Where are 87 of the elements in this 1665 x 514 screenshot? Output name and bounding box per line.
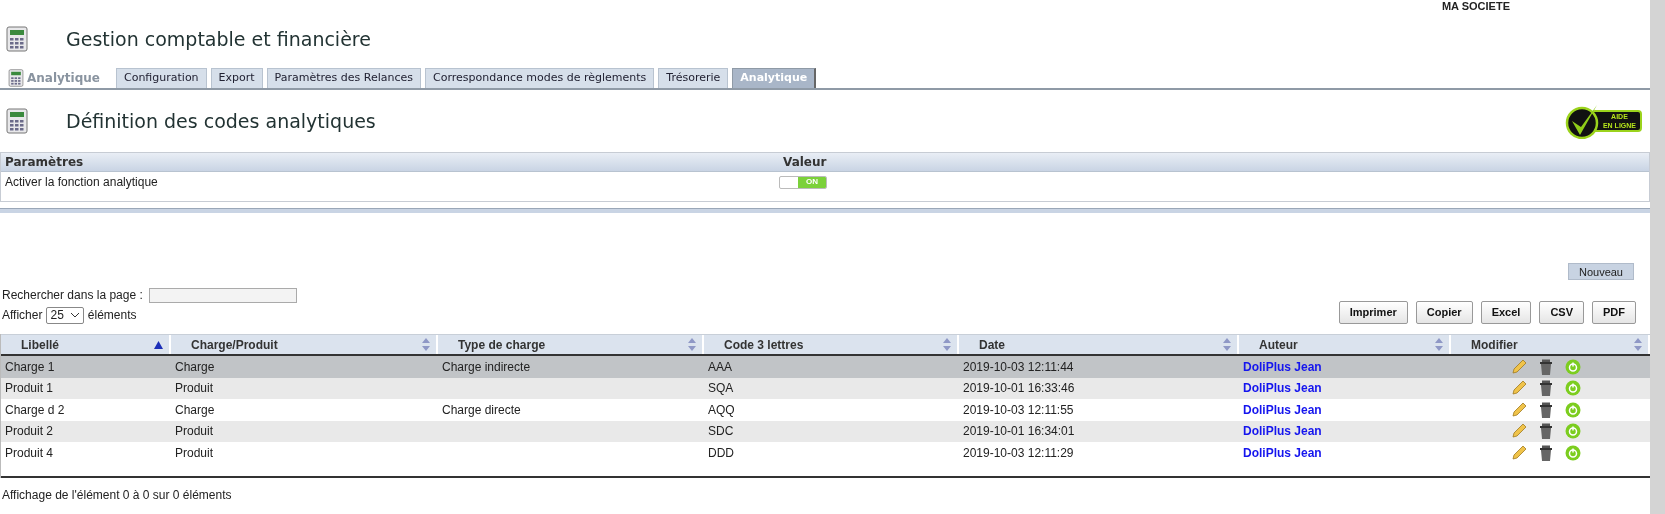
export-button[interactable]: CSV: [1539, 301, 1584, 324]
pencil-icon[interactable]: [1511, 423, 1527, 440]
sort-icon[interactable]: [1223, 338, 1231, 351]
table-cell: 2019-10-03 12:11:55: [963, 402, 1074, 417]
table-cell: 2019-10-03 12:11:29: [963, 445, 1074, 460]
tab[interactable]: Trésorerie: [658, 68, 729, 88]
table-row[interactable]: Produit 2 Produit SDC 2019-10-01 16:34:01 DoliPlus Jean: [1, 420, 1650, 442]
column-header[interactable]: Libellé: [1, 335, 171, 354]
tab[interactable]: Correspondance modes de règlements: [425, 68, 655, 88]
column-header[interactable]: Code 3 lettres: [704, 335, 959, 354]
calculator-icon: [6, 26, 28, 52]
section-title: Définition des codes analytiques: [66, 108, 377, 134]
table-cell: Charge 1: [5, 359, 55, 374]
power-icon[interactable]: [1565, 358, 1581, 375]
trash-icon[interactable]: [1539, 423, 1553, 440]
author-link[interactable]: DoliPlus Jean: [1243, 445, 1322, 460]
author-link[interactable]: DoliPlus Jean: [1243, 424, 1322, 439]
tab[interactable]: Configuration: [116, 68, 207, 88]
table-cell: 2019-10-01 16:34:01: [963, 424, 1075, 439]
sort-icon[interactable]: [422, 338, 430, 351]
page-size-label: Afficher: [2, 307, 43, 324]
table-cell: Produit 2: [5, 424, 54, 439]
table-cell: 2019-10-03 12:11:44: [963, 359, 1074, 374]
setting-label: Activer la fonction analytique: [4, 174, 159, 191]
export-button[interactable]: PDF: [1592, 301, 1636, 324]
table-cell: Produit: [175, 445, 214, 460]
table-cell: SDC: [708, 424, 734, 439]
sort-icon[interactable]: [688, 338, 696, 351]
company-name[interactable]: MA SOCIETE: [1441, 0, 1510, 12]
table-cell: Charge d 2: [5, 402, 65, 417]
table-row[interactable]: Charge 1 Charge Charge indirecte AAA 2019-10-03 12:11:44 DoliPlus Jean: [1, 356, 1650, 378]
table-cell: Charge directe: [442, 402, 521, 417]
table-cell: Charge indirecte: [442, 359, 531, 374]
table-cell: Produit: [175, 424, 214, 439]
sort-ascending-icon[interactable]: [154, 340, 163, 349]
power-icon[interactable]: [1565, 423, 1581, 440]
pencil-icon[interactable]: [1511, 401, 1527, 418]
table-cell: Charge: [175, 359, 215, 374]
pencil-icon[interactable]: [1511, 380, 1527, 397]
table-cell: SQA: [708, 381, 734, 396]
page-size-select[interactable]: 25: [46, 306, 84, 324]
chevron-down-icon: [69, 312, 80, 318]
new-button[interactable]: Nouveau: [1567, 263, 1634, 280]
sort-icon[interactable]: [1634, 338, 1642, 351]
calculator-icon: [6, 108, 28, 134]
table-cell: AQQ: [708, 402, 735, 417]
table-row[interactable]: Produit 1 Produit SQA 2019-10-01 16:33:46 DoliPlus Jean: [1, 377, 1650, 399]
table-cell: AAA: [708, 359, 732, 374]
table-cell: Produit 4: [5, 445, 54, 460]
tabs-label: Analytique: [27, 70, 100, 87]
trash-icon[interactable]: [1539, 444, 1553, 461]
pencil-icon[interactable]: [1511, 444, 1527, 461]
pencil-icon[interactable]: [1511, 358, 1527, 375]
power-icon[interactable]: [1565, 401, 1581, 418]
trash-icon[interactable]: [1539, 380, 1553, 397]
table-cell: 2019-10-01 16:33:46: [963, 381, 1075, 396]
table-cell: Produit 1: [5, 381, 54, 396]
table-footer: Affichage de l'élément 0 à 0 sur 0 éléments: [0, 485, 1650, 504]
author-link[interactable]: DoliPlus Jean: [1243, 402, 1322, 417]
export-button[interactable]: Imprimer: [1338, 301, 1408, 324]
column-header[interactable]: Type de charge: [438, 335, 704, 354]
sort-icon[interactable]: [1435, 338, 1443, 351]
column-header: Valeur: [782, 154, 827, 171]
table-cell: DDD: [708, 445, 734, 460]
column-header[interactable]: Date: [959, 335, 1239, 354]
author-link[interactable]: DoliPlus Jean: [1243, 381, 1322, 396]
trash-icon[interactable]: [1539, 358, 1553, 375]
table-cell: Produit: [175, 381, 214, 396]
search-field[interactable]: [148, 287, 297, 303]
tab[interactable]: Export: [210, 68, 263, 88]
trash-icon[interactable]: [1539, 401, 1553, 418]
tab[interactable]: Paramètres des Relances: [266, 68, 422, 88]
author-link[interactable]: DoliPlus Jean: [1243, 359, 1322, 374]
export-button[interactable]: Excel: [1480, 301, 1532, 324]
search-label: Rechercher dans la page :: [2, 287, 143, 304]
power-icon[interactable]: [1565, 380, 1581, 397]
page-title: Gestion comptable et financière: [66, 26, 371, 52]
page-size-suffix: éléments: [87, 307, 137, 324]
power-icon[interactable]: [1565, 444, 1581, 461]
sort-icon[interactable]: [943, 338, 951, 351]
column-header: Paramètres: [4, 154, 85, 171]
column-header[interactable]: Charge/Produit: [171, 335, 438, 354]
column-header[interactable]: Auteur: [1239, 335, 1451, 354]
export-button[interactable]: Copier: [1415, 301, 1473, 324]
scrollbar[interactable]: [1650, 0, 1665, 514]
table-cell: Charge: [175, 402, 215, 417]
calculator-icon: [8, 69, 24, 87]
